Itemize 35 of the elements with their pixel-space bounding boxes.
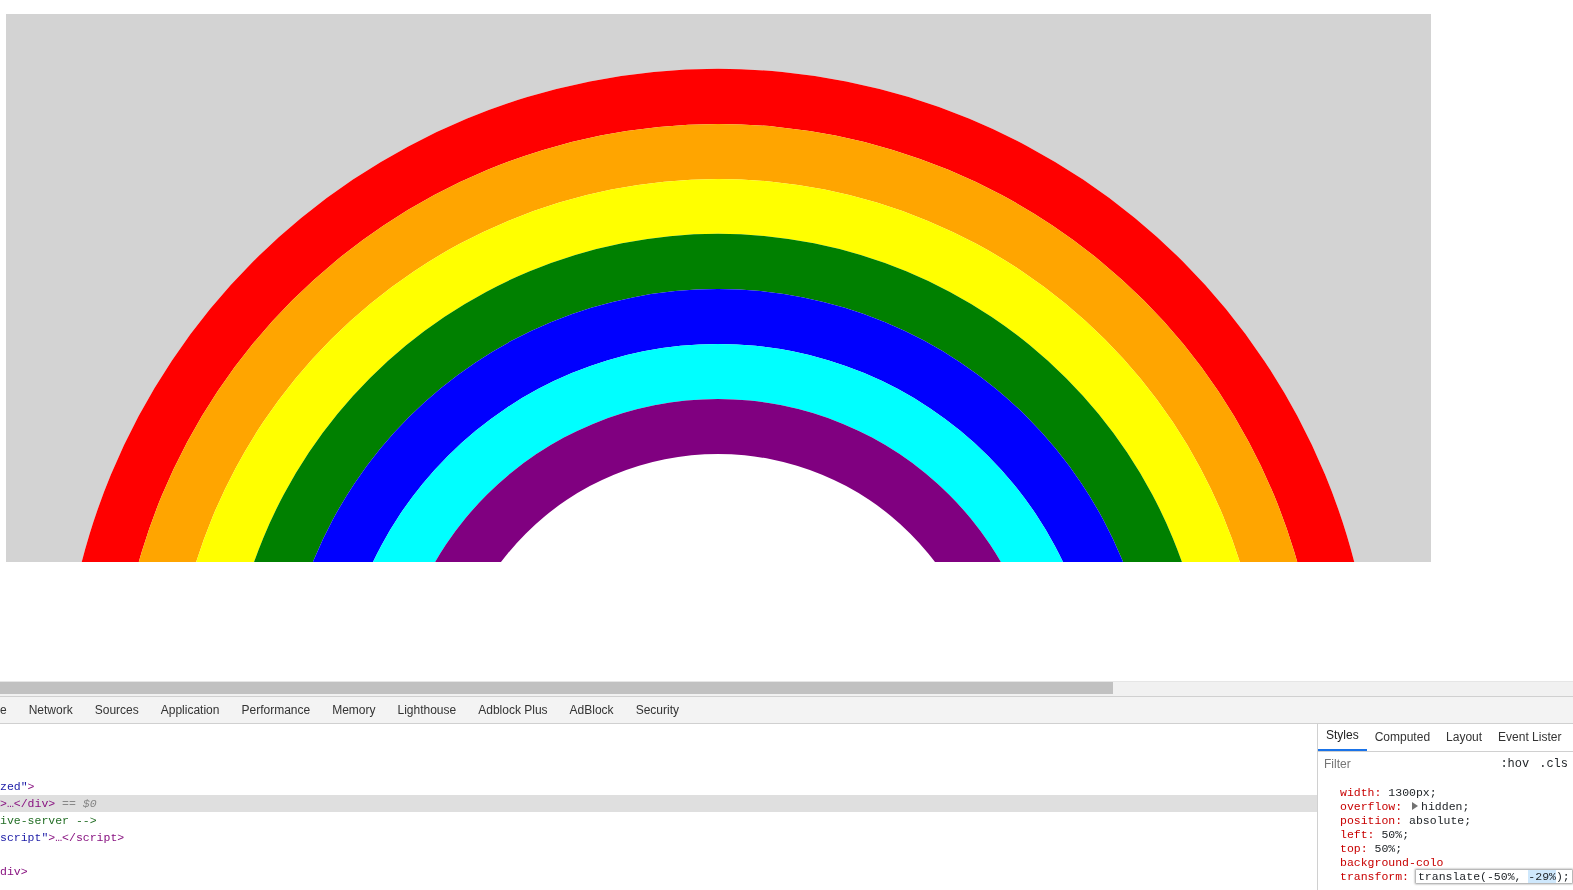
css-value: 1300px; xyxy=(1388,786,1437,799)
css-property: overflow: xyxy=(1340,800,1403,813)
css-value: 50%; xyxy=(1374,842,1403,855)
code-line[interactable]: script">…</script> xyxy=(0,829,1317,846)
css-value: absolute; xyxy=(1409,814,1472,827)
sidebar-tab[interactable]: Computed xyxy=(1366,724,1439,751)
expand-icon[interactable] xyxy=(1412,802,1419,810)
css-property: width: xyxy=(1340,786,1382,799)
panel-tab[interactable]: AdBlock xyxy=(558,697,625,723)
code-line[interactable]: div> xyxy=(0,863,1317,880)
css-property: top: xyxy=(1340,842,1368,855)
panel-tab[interactable]: Memory xyxy=(321,697,387,723)
css-property: background-colo xyxy=(1340,856,1444,869)
panel-tab[interactable]: Network xyxy=(17,697,84,723)
code-line[interactable]: zed"> xyxy=(0,778,1317,795)
panel-tab[interactable]: Performance xyxy=(230,697,322,723)
panel-tab[interactable]: Security xyxy=(624,697,690,723)
css-property: position: xyxy=(1340,814,1403,827)
sidebar-tab[interactable]: Layout xyxy=(1438,724,1491,751)
panel-tab[interactable]: Application xyxy=(149,697,231,723)
edit-field[interactable]: translate(-50%, -29%); xyxy=(1415,870,1572,883)
code-line[interactable]: ive-server --> xyxy=(0,812,1317,829)
css-property: transform: xyxy=(1340,870,1409,883)
css-property: left: xyxy=(1340,828,1375,841)
toggle-button[interactable]: .cls xyxy=(1534,755,1573,773)
css-value: 50%; xyxy=(1381,828,1410,841)
sidebar-tab[interactable]: Event Lister xyxy=(1490,724,1570,751)
panel-tab[interactable]: Lighthouse xyxy=(386,697,468,723)
sidebar-tab[interactable]: Styles xyxy=(1318,724,1367,751)
toggle-button[interactable]: :hov xyxy=(1495,755,1535,773)
scrollbar-thumb[interactable] xyxy=(0,682,1113,694)
panel-tab[interactable]: Sources xyxy=(83,697,150,723)
css-value: hidden; xyxy=(1421,800,1470,813)
panel-tab[interactable]: e xyxy=(0,697,18,723)
panel-tab[interactable]: Adblock Plus xyxy=(467,697,559,723)
